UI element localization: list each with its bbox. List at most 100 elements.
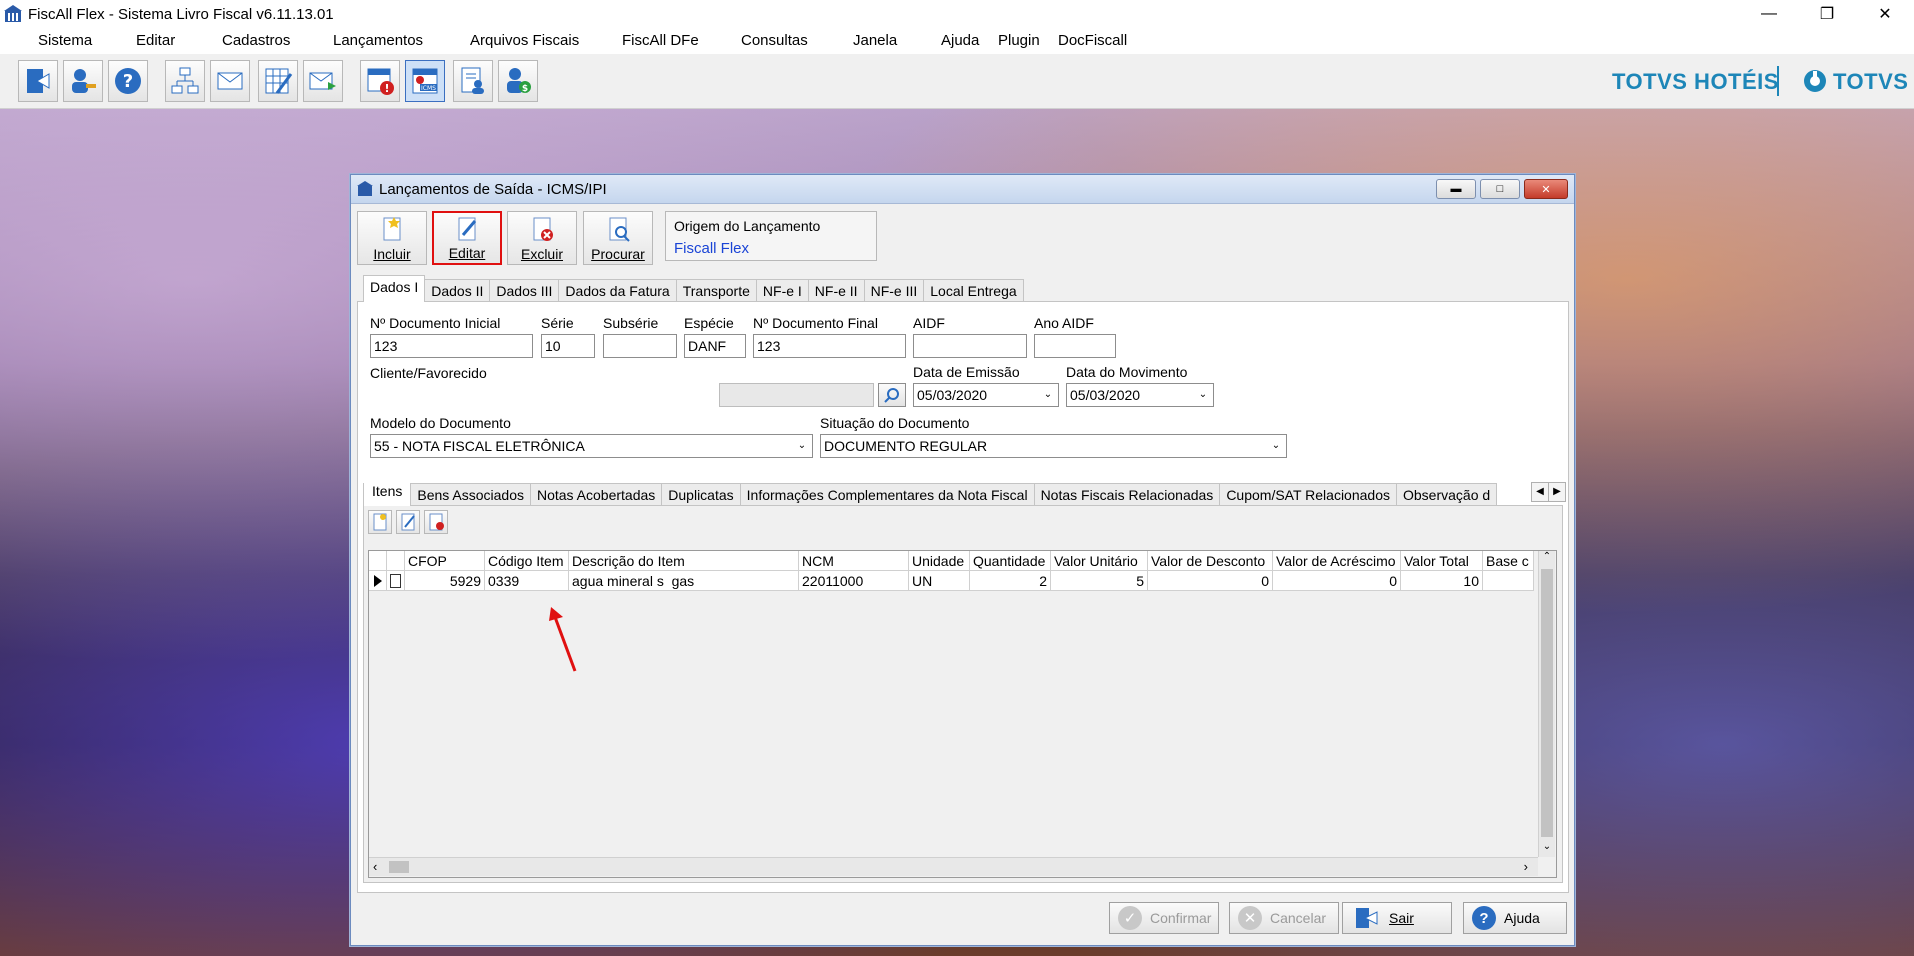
calendar-alert-button[interactable]: ! <box>360 60 400 102</box>
minimize-button[interactable]: — <box>1740 0 1798 28</box>
tab-nfe-iii[interactable]: NF-e III <box>863 279 925 302</box>
user-key-button[interactable] <box>63 60 103 102</box>
excluir-button[interactable]: Excluir <box>507 211 577 265</box>
data-movimento-picker[interactable]: 05/03/2020 ⌄ <box>1066 383 1214 407</box>
mail-button[interactable] <box>210 60 250 102</box>
menu-arquivos-fiscais[interactable]: Arquivos Fiscais <box>470 32 579 49</box>
subtab-cupom-sat[interactable]: Cupom/SAT Relacionados <box>1219 483 1397 506</box>
menu-plugin[interactable]: Plugin <box>998 32 1040 49</box>
tab-dados-fatura[interactable]: Dados da Fatura <box>558 279 677 302</box>
scroll-up-icon[interactable]: ⌃ <box>1539 551 1555 567</box>
col-acrescimo-header[interactable]: Valor de Acréscimo <box>1273 551 1401 571</box>
col-ncm-header[interactable]: NCM <box>799 551 909 571</box>
restore-button[interactable]: ❐ <box>1798 0 1856 28</box>
doc-inicial-field[interactable]: 123 <box>370 334 533 358</box>
cliente-field[interactable] <box>719 383 874 407</box>
col-cfop-header[interactable]: CFOP <box>405 551 485 571</box>
subserie-field[interactable] <box>603 334 677 358</box>
delete-item-button[interactable] <box>424 510 448 534</box>
col-valor-total-header[interactable]: Valor Total <box>1401 551 1483 571</box>
procurar-button[interactable]: Procurar <box>583 211 653 265</box>
chevron-down-icon[interactable]: ⌄ <box>1195 384 1211 406</box>
tabs-scroll-left-button[interactable]: ◀ <box>1531 482 1549 502</box>
tab-transporte[interactable]: Transporte <box>675 279 757 302</box>
send-mail-button[interactable] <box>303 60 343 102</box>
menu-lancamentos[interactable]: Lançamentos <box>333 32 423 49</box>
tab-dados-i[interactable]: Dados I <box>363 275 426 302</box>
chevron-down-icon[interactable]: ⌄ <box>1040 384 1056 406</box>
col-valor-unitario-header[interactable]: Valor Unitário <box>1051 551 1148 571</box>
cell-ncm[interactable]: 22011000 <box>799 571 909 591</box>
menu-fiscall-dfe[interactable]: FiscAll DFe <box>622 32 699 49</box>
especie-field[interactable]: DANF <box>684 334 746 358</box>
row-checkbox[interactable] <box>387 571 405 591</box>
col-base-header[interactable]: Base c <box>1483 551 1534 571</box>
serie-field[interactable]: 10 <box>541 334 595 358</box>
chevron-down-icon[interactable]: ⌄ <box>1268 435 1284 457</box>
col-desconto-header[interactable]: Valor de Desconto <box>1148 551 1273 571</box>
tab-nfe-i[interactable]: NF-e I <box>755 279 809 302</box>
confirmar-button[interactable]: ✓ Confirmar <box>1109 902 1219 934</box>
editar-button[interactable]: Editar <box>432 211 502 265</box>
ano-aidf-field[interactable] <box>1034 334 1116 358</box>
doc-final-field[interactable]: 123 <box>753 334 906 358</box>
ajuda-button[interactable]: ? Ajuda <box>1463 902 1567 934</box>
calculator-button[interactable] <box>258 60 298 102</box>
aidf-field[interactable] <box>913 334 1027 358</box>
grid-horizontal-scrollbar[interactable]: ‹ › <box>369 857 1538 876</box>
dialog-maximize-button[interactable]: □ <box>1480 179 1520 199</box>
data-emissao-picker[interactable]: 05/03/2020 ⌄ <box>913 383 1059 407</box>
grid-vertical-scrollbar[interactable]: ⌃ ⌄ <box>1538 551 1555 857</box>
tabs-scroll-right-button[interactable]: ▶ <box>1548 482 1566 502</box>
cliente-search-button[interactable] <box>878 383 906 407</box>
col-unidade-header[interactable]: Unidade <box>909 551 970 571</box>
menu-cadastros[interactable]: Cadastros <box>222 32 290 49</box>
modelo-select[interactable]: 55 - NOTA FISCAL ELETRÔNICA ⌄ <box>370 434 813 458</box>
tab-nfe-ii[interactable]: NF-e II <box>807 279 865 302</box>
col-codigo-header[interactable]: Código Item <box>485 551 569 571</box>
horizontal-scroll-thumb[interactable] <box>389 861 409 873</box>
menu-sistema[interactable]: Sistema <box>38 32 92 49</box>
incluir-button[interactable]: Incluir <box>357 211 427 265</box>
menu-editar[interactable]: Editar <box>136 32 175 49</box>
cell-quantidade[interactable]: 2 <box>970 571 1051 591</box>
subtab-duplicatas[interactable]: Duplicatas <box>661 483 741 506</box>
add-item-button[interactable] <box>368 510 392 534</box>
dialog-close-button[interactable]: ✕ <box>1524 179 1568 199</box>
tab-local-entrega[interactable]: Local Entrega <box>923 279 1024 302</box>
subtab-notas-relacionadas[interactable]: Notas Fiscais Relacionadas <box>1033 483 1221 506</box>
org-chart-button[interactable] <box>165 60 205 102</box>
subtab-itens[interactable]: Itens <box>363 483 412 506</box>
scroll-left-icon[interactable]: ‹ <box>373 859 377 874</box>
cell-cfop[interactable]: 5929 <box>405 571 485 591</box>
cell-base[interactable] <box>1483 571 1534 591</box>
tab-dados-iii[interactable]: Dados III <box>489 279 560 302</box>
menu-janela[interactable]: Janela <box>853 32 897 49</box>
menu-ajuda[interactable]: Ajuda <box>941 32 979 49</box>
help-toolbar-button[interactable]: ? <box>108 60 148 102</box>
cell-valor-unitario[interactable]: 5 <box>1051 571 1148 591</box>
scroll-right-icon[interactable]: › <box>1524 859 1528 874</box>
scroll-down-icon[interactable]: ⌄ <box>1539 841 1555 857</box>
subtab-bens-associados[interactable]: Bens Associados <box>410 483 531 506</box>
icms-calendar-button[interactable]: ICMS <box>405 60 445 102</box>
cell-unidade[interactable]: UN <box>909 571 970 591</box>
tab-dados-ii[interactable]: Dados II <box>424 279 491 302</box>
subtab-observacao[interactable]: Observação d <box>1396 483 1498 506</box>
document-user-button[interactable] <box>453 60 493 102</box>
cell-codigo[interactable]: 0339 <box>485 571 569 591</box>
exit-app-button[interactable] <box>18 60 58 102</box>
user-money-button[interactable]: $ <box>498 60 538 102</box>
chevron-down-icon[interactable]: ⌄ <box>794 435 810 457</box>
sair-button[interactable]: Sair <box>1342 902 1452 934</box>
cancelar-button[interactable]: ✕ Cancelar <box>1229 902 1339 934</box>
close-button[interactable]: ✕ <box>1856 0 1914 28</box>
vertical-scroll-thumb[interactable] <box>1541 569 1553 837</box>
dialog-minimize-button[interactable]: ▬ <box>1436 179 1476 199</box>
cell-valor-total[interactable]: 10 <box>1401 571 1483 591</box>
col-descricao-header[interactable]: Descrição do Item <box>569 551 799 571</box>
menu-consultas[interactable]: Consultas <box>741 32 808 49</box>
subtab-info-complementares[interactable]: Informações Complementares da Nota Fisca… <box>739 483 1035 506</box>
col-quantidade-header[interactable]: Quantidade <box>970 551 1051 571</box>
cell-acrescimo[interactable]: 0 <box>1273 571 1401 591</box>
